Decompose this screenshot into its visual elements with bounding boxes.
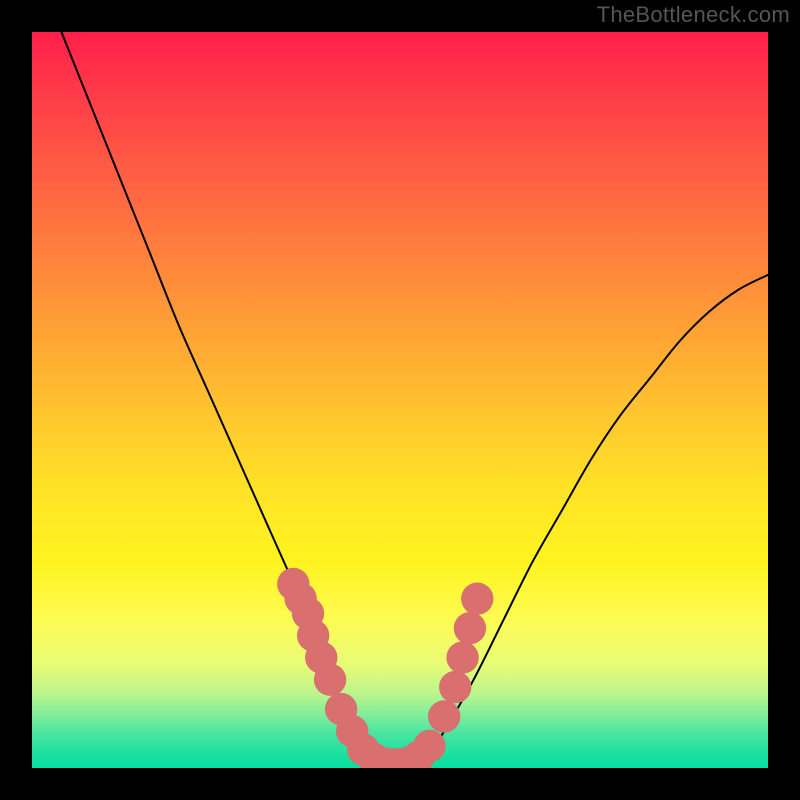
data-point (461, 583, 493, 615)
chart-svg (32, 32, 768, 768)
data-point (428, 700, 460, 732)
chart-container: TheBottleneck.com (0, 0, 800, 800)
highlight-dots (277, 568, 493, 768)
data-point (454, 612, 486, 644)
data-point (314, 663, 346, 695)
watermark-text: TheBottleneck.com (597, 2, 790, 28)
data-point (413, 730, 445, 762)
data-point (439, 671, 471, 703)
bottleneck-curve (61, 32, 768, 766)
plot-area (32, 32, 768, 768)
data-point (446, 641, 478, 673)
